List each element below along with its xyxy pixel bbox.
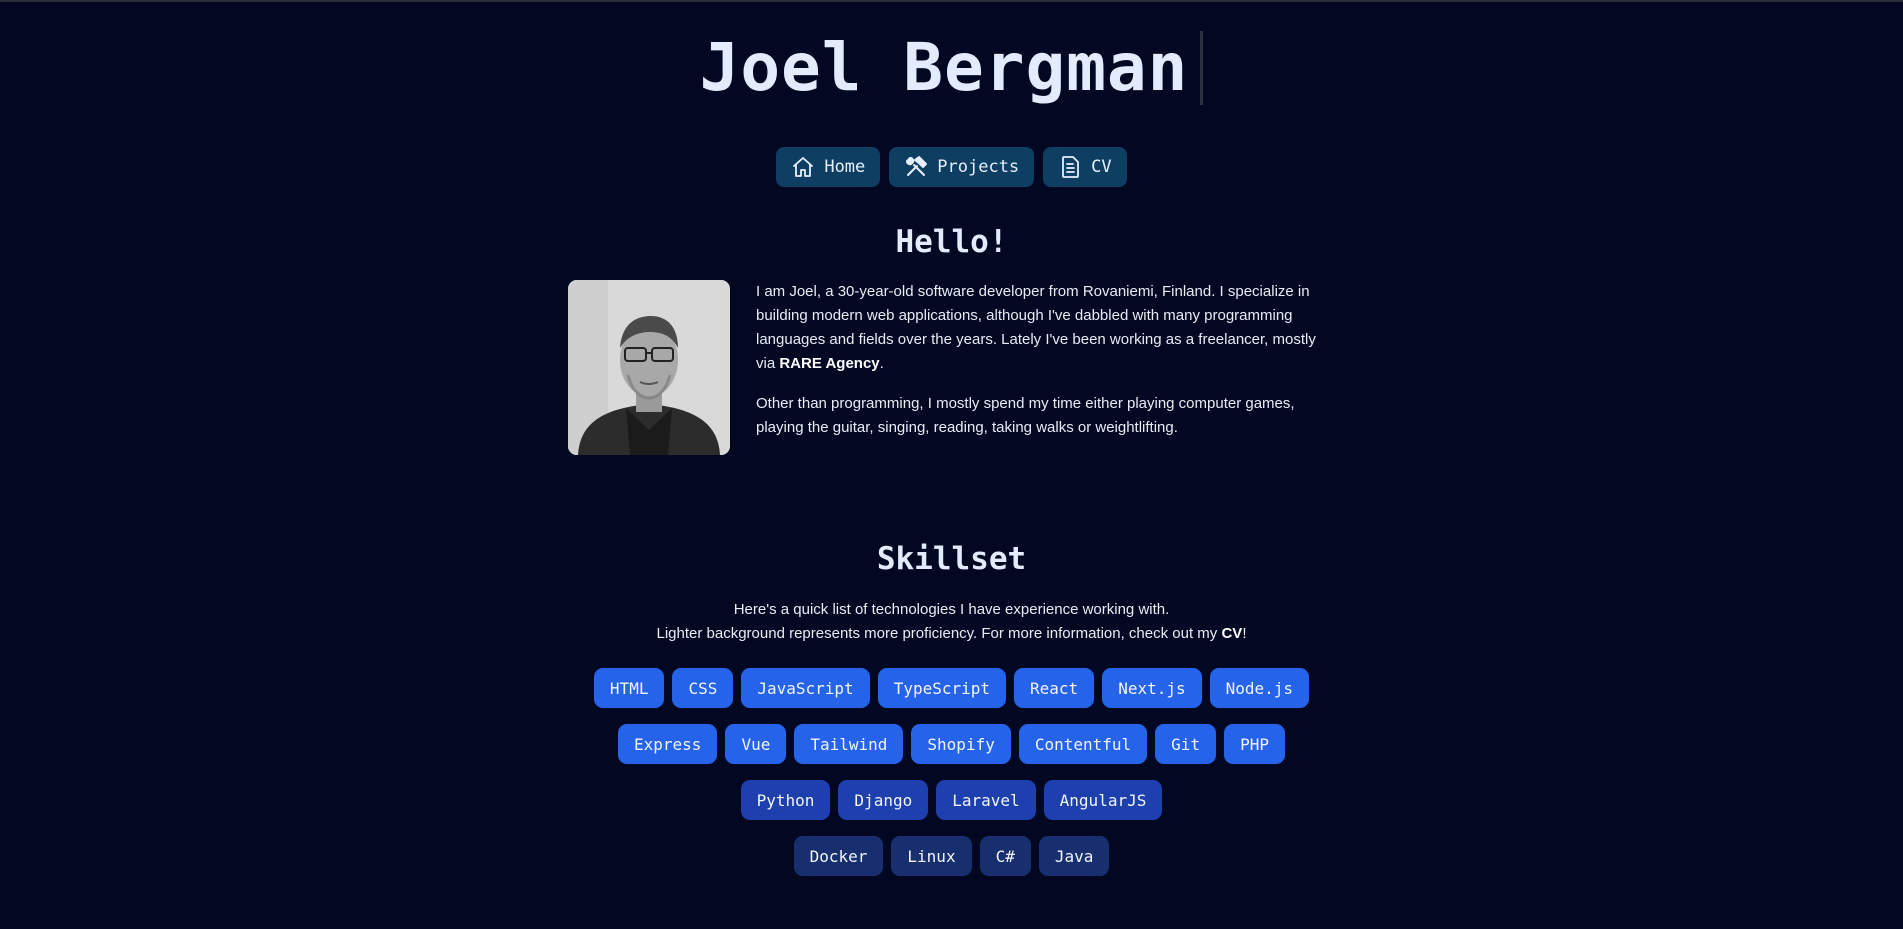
skill-chip: JavaScript <box>741 668 870 708</box>
skill-chip: Express <box>618 724 718 764</box>
skillset-line-2-end: ! <box>1242 625 1247 642</box>
skill-row: HTML CSS JavaScript TypeScript React Next.js N… <box>0 668 1903 708</box>
skill-chip: CSS <box>672 668 734 708</box>
skill-chip: Node.js <box>1209 668 1310 708</box>
nav-projects-button[interactable]: Projects <box>889 147 1035 187</box>
skill-row: Docker Linux C# Java <box>0 836 1903 876</box>
nav-cv-button[interactable]: CV <box>1043 147 1127 187</box>
nav-home-label: Home <box>824 157 866 177</box>
nav-projects-label: Projects <box>937 157 1020 177</box>
avatar <box>568 280 730 455</box>
skill-chip: Contentful <box>1018 724 1148 764</box>
skill-chip: HTML <box>593 668 665 708</box>
skill-chip: Python <box>740 780 831 820</box>
skillset-description: Here's a quick list of technologies I ha… <box>0 598 1903 646</box>
tools-icon <box>904 155 928 179</box>
skill-chip: Shopify <box>911 724 1011 764</box>
cv-link[interactable]: CV <box>1221 625 1242 642</box>
skill-chip: Java <box>1038 836 1110 876</box>
title-area: Joel Bergman <box>0 28 1903 108</box>
skill-row: Python Django Laravel AngularJS <box>0 780 1903 820</box>
skill-chip: Docker <box>793 836 884 876</box>
document-icon <box>1058 155 1082 179</box>
site-title: Joel Bergman <box>699 29 1189 106</box>
typing-cursor <box>1200 31 1204 105</box>
skill-chip: TypeScript <box>877 668 1007 708</box>
skill-chip: C# <box>979 836 1031 876</box>
skill-chip: Git <box>1155 724 1217 764</box>
skillset-line-2-text: Lighter background represents more profi… <box>656 625 1222 642</box>
about-paragraph-1-end: . <box>879 355 884 372</box>
hello-heading: Hello! <box>895 224 1008 260</box>
about-paragraph-2: Other than programming, I mostly spend m… <box>756 395 1295 436</box>
skill-chip: PHP <box>1224 724 1285 764</box>
nav-cv-label: CV <box>1091 157 1112 177</box>
skill-chip: React <box>1014 668 1095 708</box>
skill-chip: Linux <box>891 836 972 876</box>
skillset-heading: Skillset <box>876 541 1027 577</box>
rare-agency-link[interactable]: RARE Agency <box>779 355 879 372</box>
skill-chip: Tailwind <box>794 724 904 764</box>
about-section: I am Joel, a 30-year-old software develo… <box>568 280 1338 456</box>
main-nav: Home Projects CV <box>0 147 1903 187</box>
about-text: I am Joel, a 30-year-old software develo… <box>756 280 1336 456</box>
skill-chip: Vue <box>725 724 787 764</box>
skill-chip: Next.js <box>1102 668 1202 708</box>
skill-list: HTML CSS JavaScript TypeScript React Next.js N… <box>0 668 1903 892</box>
about-paragraph-1: I am Joel, a 30-year-old software develo… <box>756 280 1336 376</box>
skill-chip: AngularJS <box>1043 780 1163 820</box>
home-icon <box>791 155 815 179</box>
skillset-line-2: Lighter background represents more profi… <box>0 622 1903 646</box>
skill-chip: Laravel <box>936 780 1036 820</box>
skillset-line-1: Here's a quick list of technologies I ha… <box>733 601 1170 618</box>
skill-row: Express Vue Tailwind Shopify Contentful Git PH… <box>0 724 1903 764</box>
page: Joel Bergman Home Projects CV Hello! I a… <box>0 0 1903 929</box>
skill-chip: Django <box>838 780 929 820</box>
nav-home-button[interactable]: Home <box>776 147 881 187</box>
